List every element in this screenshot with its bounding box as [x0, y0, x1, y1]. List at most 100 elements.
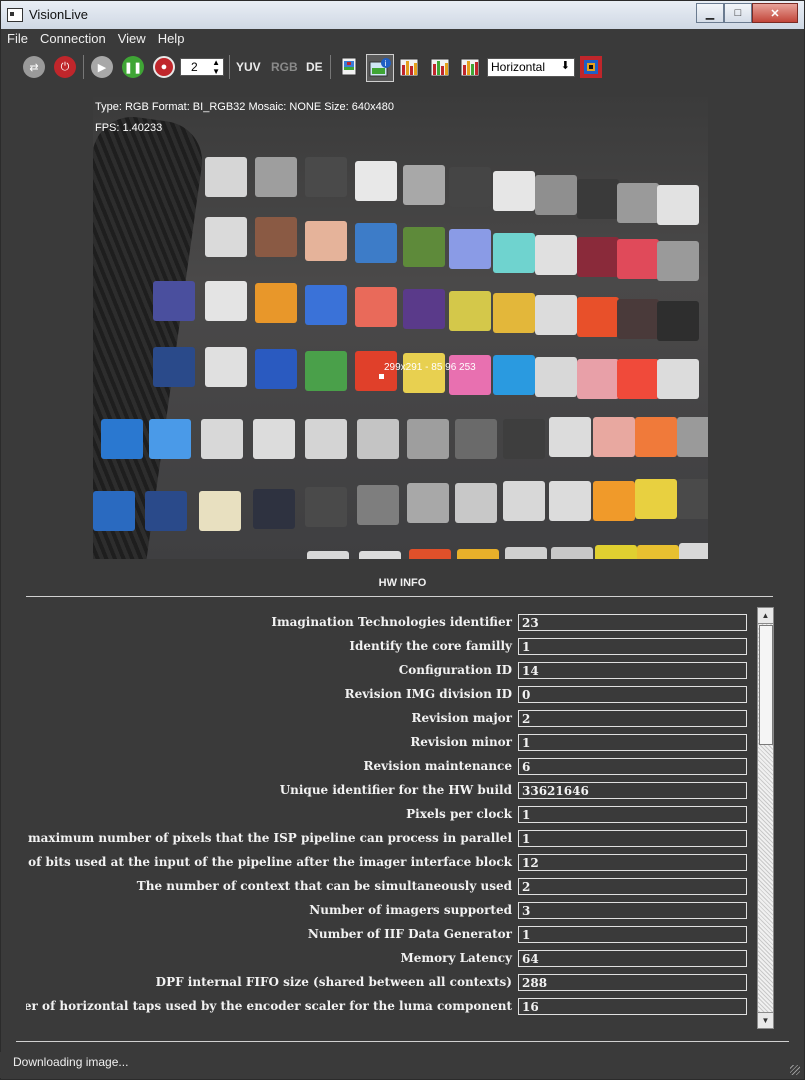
menu-connection[interactable]: Connection — [34, 29, 112, 49]
plug-icon: ⏻ — [54, 56, 76, 78]
color-patch — [455, 419, 497, 459]
rgb-button[interactable]: RGB — [271, 60, 298, 74]
hw-info-value-field[interactable]: 12 — [518, 854, 747, 871]
hw-info-list: Imagination Technologies identifier 23 Ide… — [26, 605, 754, 1028]
menu-help[interactable]: Help — [152, 29, 191, 49]
color-patch — [253, 489, 295, 529]
play-icon: ▶ — [91, 56, 113, 78]
hw-info-value-field[interactable]: 2 — [518, 878, 747, 895]
hw-info-value-field[interactable]: 2 — [518, 710, 747, 727]
hw-info-value-field[interactable]: 1 — [518, 638, 747, 655]
hw-info-value-field[interactable]: 288 — [518, 974, 747, 991]
color-map-button[interactable] — [578, 54, 604, 80]
color-patch — [355, 223, 397, 263]
scroll-down-arrow-icon[interactable]: ▼ — [758, 1012, 773, 1028]
color-patch — [535, 295, 577, 335]
hw-info-value-field[interactable]: 1 — [518, 926, 747, 943]
color-patch — [205, 347, 247, 387]
hw-info-value-field[interactable]: 1 — [518, 734, 747, 751]
scroll-thumb[interactable] — [759, 625, 773, 745]
color-patch — [493, 293, 535, 333]
color-patch — [577, 359, 619, 399]
close-button[interactable]: ✕ — [752, 3, 798, 23]
capture-count-spinbox[interactable]: 2 ▲ ▼ — [180, 58, 224, 76]
hw-info-value-field[interactable]: 16 — [518, 998, 747, 1015]
color-patch — [359, 551, 401, 559]
connect-button[interactable]: ⏻ — [52, 54, 78, 80]
color-patch — [505, 547, 547, 559]
color-patch — [577, 179, 619, 219]
fps-text: FPS: 1.40233 — [95, 122, 163, 134]
play-button[interactable]: ▶ — [89, 54, 115, 80]
color-patch — [93, 491, 135, 531]
color-patch — [357, 419, 399, 459]
pause-icon: ❚❚ — [122, 56, 144, 78]
histogram-button-3[interactable] — [457, 54, 483, 80]
image-stack-button[interactable] — [336, 54, 362, 80]
color-patch — [409, 549, 451, 559]
color-patch — [549, 417, 591, 457]
color-patch — [493, 355, 535, 395]
menu-file[interactable]: File — [1, 29, 34, 49]
hw-info-value-field[interactable]: 0 — [518, 686, 747, 703]
menu-view[interactable]: View — [112, 29, 152, 49]
color-patch — [305, 221, 347, 261]
hw-info-value-field[interactable]: 1 — [518, 806, 747, 823]
color-patch — [149, 419, 191, 459]
hw-info-value-field[interactable]: 14 — [518, 662, 747, 679]
maximize-button[interactable]: □ — [724, 3, 752, 23]
menu-bar: File Connection View Help — [1, 29, 804, 49]
orientation-select[interactable]: Horizontal ⬇ — [487, 58, 575, 77]
color-patch — [201, 419, 243, 459]
resize-grip-icon[interactable] — [790, 1065, 800, 1075]
hw-info-label: Revision maintenance — [363, 759, 512, 773]
color-patch — [503, 419, 545, 459]
record-button[interactable]: ● — [151, 54, 177, 80]
refresh-button[interactable]: ⇄ — [21, 54, 47, 80]
hw-info-label: DPF internal FIFO size (shared between a… — [155, 975, 512, 989]
hw-info-label: Revision minor — [410, 735, 512, 749]
color-patch — [535, 235, 577, 275]
de-button[interactable]: DE — [306, 60, 323, 74]
hw-info-value-field[interactable]: 33621646 — [518, 782, 747, 799]
color-patch — [657, 359, 699, 399]
spin-arrows-icon[interactable]: ▲ ▼ — [212, 58, 220, 76]
color-patch — [153, 281, 195, 321]
toolbar-separator — [330, 55, 331, 79]
pause-button[interactable]: ❚❚ — [120, 54, 146, 80]
color-patch — [449, 229, 491, 269]
refresh-icon: ⇄ — [23, 56, 45, 78]
hw-info-label: Number of imagers supported — [309, 903, 512, 917]
hw-info-label: The number of horizontal taps used by th… — [26, 999, 512, 1013]
hw-info-label: Pixels per clock — [406, 807, 512, 821]
histogram-button-2[interactable] — [427, 54, 453, 80]
color-patch — [449, 167, 491, 207]
color-patch — [635, 479, 677, 519]
hw-info-value-field[interactable]: 1 — [518, 830, 747, 847]
hw-info-row: Revision IMG division ID 0 — [26, 685, 754, 705]
orientation-value: Horizontal — [491, 60, 546, 74]
hw-info-scrollbar[interactable]: ▲ ▼ — [757, 607, 774, 1029]
camera-view[interactable]: Type: RGB Format: BI_RGB32 Mosaic: NONE … — [93, 97, 708, 559]
yuv-button[interactable]: YUV — [236, 60, 261, 74]
image-info-button[interactable]: i — [366, 54, 394, 82]
hw-info-value-field[interactable]: 6 — [518, 758, 747, 775]
hw-info-value-field[interactable]: 23 — [518, 614, 747, 631]
minimize-button[interactable]: ▁ — [696, 3, 724, 23]
hw-info-value-field[interactable]: 64 — [518, 950, 747, 967]
hw-info-row: Imagination Technologies identifier 23 — [26, 613, 754, 633]
histogram-button[interactable] — [396, 54, 422, 80]
image-info-text: Type: RGB Format: BI_RGB32 Mosaic: NONE … — [95, 101, 394, 113]
title-bar: VisionLive ▁ □ ✕ — [1, 1, 804, 29]
hw-info-row: Number of imagers supported 3 — [26, 901, 754, 921]
color-patch — [457, 549, 499, 559]
scroll-up-arrow-icon[interactable]: ▲ — [758, 608, 773, 624]
hw-info-row: Pixels per clock 1 — [26, 805, 754, 825]
color-patch — [205, 157, 247, 197]
color-patch — [635, 417, 677, 457]
hw-info-row: The maximum number of pixels that the IS… — [26, 829, 754, 849]
svg-text:i: i — [385, 59, 387, 68]
color-patch — [617, 183, 659, 223]
hw-info-value-field[interactable]: 3 — [518, 902, 747, 919]
image-stack-icon — [341, 57, 357, 76]
